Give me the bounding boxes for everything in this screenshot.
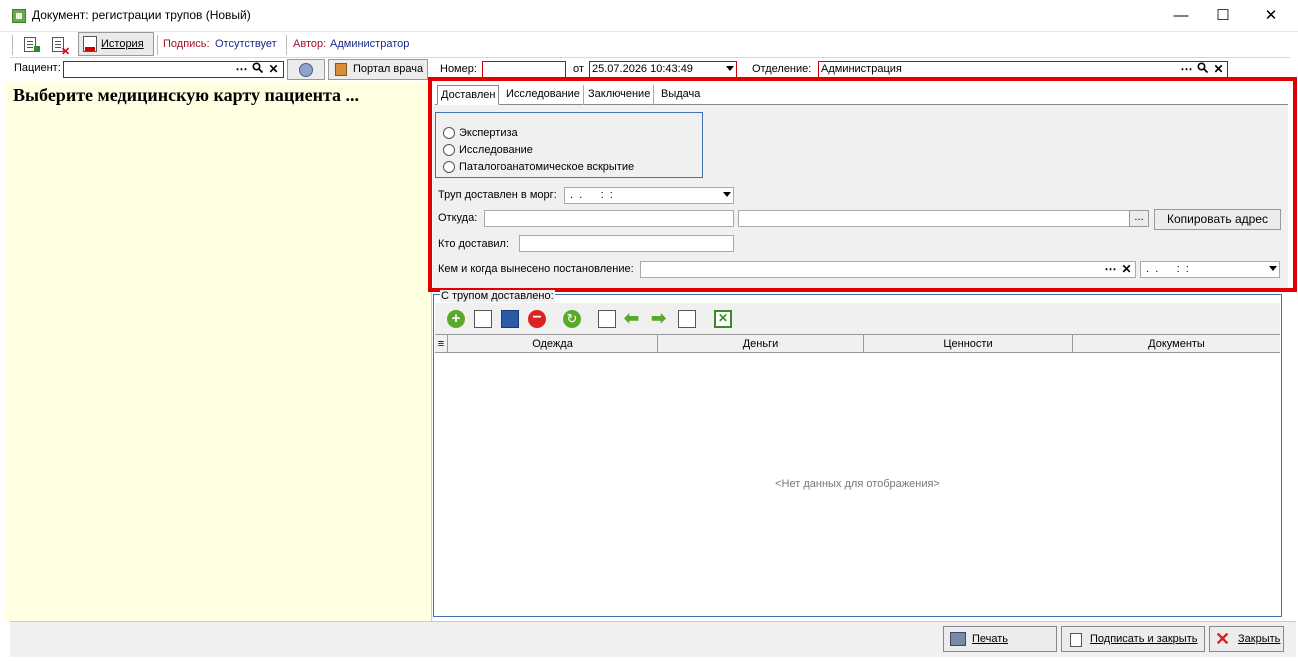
- arrow-right-icon[interactable]: ➡: [651, 309, 669, 328]
- app-icon: [12, 9, 26, 23]
- column-chooser-icon[interactable]: ≡: [435, 335, 448, 353]
- number-label: Номер:: [440, 63, 477, 75]
- list-icon[interactable]: [598, 310, 616, 328]
- excel-icon[interactable]: ✕: [714, 310, 732, 328]
- dropdown-arrow-icon[interactable]: [726, 66, 734, 71]
- sign-doc-button[interactable]: [19, 34, 43, 56]
- choose-card-prompt[interactable]: Выберите медицинскую карту пациента ...: [13, 85, 359, 106]
- toolbar: ✕ История Подпись: Отсутствует Автор: Ад…: [10, 32, 1290, 58]
- close-icon: ✕: [1215, 629, 1231, 649]
- column-header[interactable]: Одежда: [448, 335, 658, 353]
- clear-icon[interactable]: ✕: [266, 62, 281, 77]
- history-label: История: [101, 38, 144, 50]
- grid-header: ≡ Одежда Деньги Ценности Документы: [435, 334, 1280, 353]
- search-icon[interactable]: [1195, 62, 1210, 77]
- column-header[interactable]: Деньги: [658, 335, 864, 353]
- left-panel: Выберите медицинскую карту пациента ...: [5, 82, 432, 622]
- department-field[interactable]: Администрация ⋯ ✕: [818, 61, 1228, 78]
- history-button[interactable]: История: [78, 32, 154, 56]
- separator: [12, 35, 13, 55]
- portal-icon: [335, 63, 347, 76]
- arrow-left-icon[interactable]: ⬅: [624, 309, 642, 328]
- items-toolbar: [435, 303, 1280, 334]
- number-field[interactable]: [482, 61, 566, 78]
- title-bar: Документ: регистрации трупов (Новый) — ☐…: [0, 0, 1298, 32]
- refresh-icon[interactable]: ↻: [563, 310, 581, 328]
- window-title: Документ: регистрации трупов (Новый): [32, 8, 251, 22]
- printer-icon: [950, 632, 966, 646]
- close-window-button[interactable]: ✕: [1248, 4, 1294, 28]
- date-field[interactable]: 25.07.2026 10:43:49: [589, 61, 737, 78]
- column-header[interactable]: Ценности: [864, 335, 1073, 353]
- ellipsis-icon[interactable]: ⋯: [1179, 62, 1194, 77]
- sign-label: Подпись:: [163, 38, 210, 50]
- list-icon[interactable]: [678, 310, 696, 328]
- patient-card-button[interactable]: [287, 59, 325, 80]
- search-icon[interactable]: [250, 62, 265, 77]
- print-button[interactable]: Печать: [943, 626, 1057, 652]
- history-icon: [83, 36, 97, 52]
- unsign-doc-button[interactable]: ✕: [47, 34, 71, 58]
- cross-icon: ✕: [61, 46, 71, 58]
- clear-icon[interactable]: ✕: [1211, 62, 1226, 77]
- person-icon: [299, 63, 313, 77]
- minimize-button[interactable]: —: [1158, 4, 1204, 28]
- sign-value: Отсутствует: [215, 38, 277, 50]
- separator: [157, 35, 158, 55]
- close-button[interactable]: ✕ Закрыть: [1209, 626, 1284, 652]
- date-from-label: от: [573, 63, 584, 75]
- doctor-portal-button[interactable]: Портал врача: [328, 59, 428, 80]
- save-icon[interactable]: [501, 310, 519, 328]
- author-label: Автор:: [293, 38, 327, 50]
- highlight-frame: [428, 77, 1297, 292]
- sign-doc-icon: [1070, 633, 1082, 647]
- check-icon: [34, 46, 40, 52]
- sign-and-close-button[interactable]: Подписать и закрыть: [1061, 626, 1205, 652]
- edit-icon[interactable]: [474, 310, 492, 328]
- ellipsis-icon[interactable]: ⋯: [234, 62, 249, 77]
- maximize-button[interactable]: ☐: [1200, 4, 1246, 28]
- column-header[interactable]: Документы: [1073, 335, 1280, 353]
- delete-icon[interactable]: −: [528, 310, 546, 328]
- separator: [286, 35, 287, 55]
- delivered-items-legend: С трупом доставлено:: [440, 290, 555, 302]
- empty-grid-message: <Нет данных для отображения>: [775, 478, 940, 490]
- department-label: Отделение:: [752, 63, 812, 75]
- add-icon[interactable]: +: [447, 310, 465, 328]
- patient-field[interactable]: ⋯ ✕: [63, 61, 284, 78]
- author-value: Администратор: [330, 38, 410, 50]
- patient-label: Пациент:: [14, 62, 61, 74]
